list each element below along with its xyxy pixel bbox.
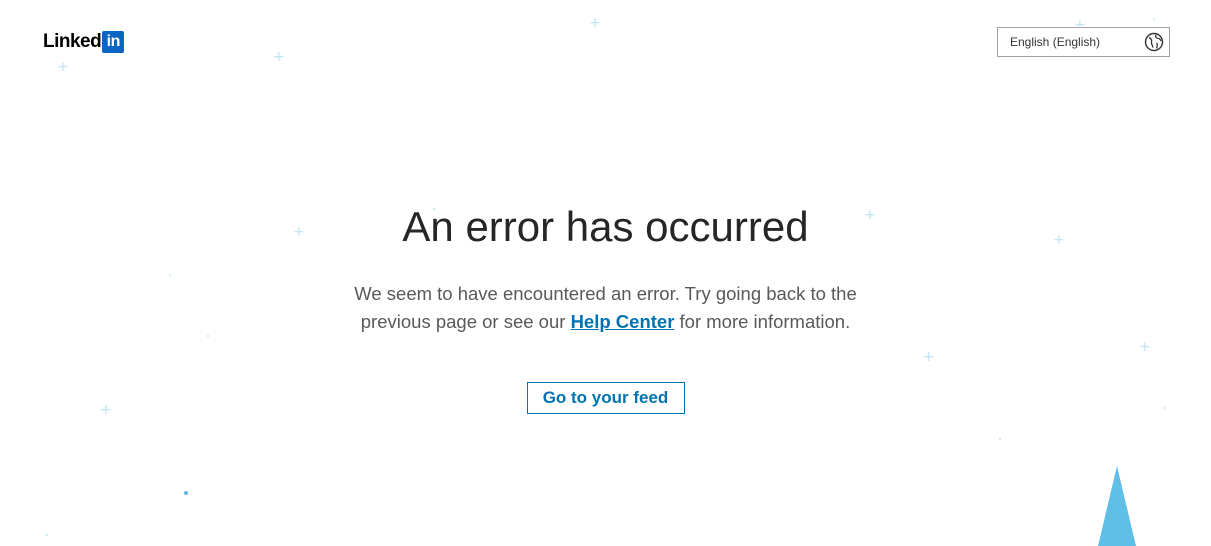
error-content: An error has occurred We seem to have en… [0,200,1211,414]
go-to-feed-button[interactable]: Go to your feed [526,382,685,414]
error-message-text-end: for more information. [674,311,851,332]
sparkle-decoration: + [1074,17,1086,33]
sparkle-decoration: + [589,15,601,31]
sparkle-decoration: + [57,59,69,75]
tree-decoration [1098,466,1136,546]
logo-in-box: in [102,30,125,53]
error-message: We seem to have encountered an error. Tr… [336,280,876,336]
logo-wordmark: Linked [43,31,102,52]
help-center-link[interactable]: Help Center [571,311,675,332]
language-selector-label: English (English) [1010,35,1101,49]
dot-decoration [999,438,1001,440]
error-page: Linked in English (English) + + + + + + … [0,0,1211,546]
linkedin-logo[interactable]: Linked in [43,30,125,53]
globe-icon [1144,32,1164,52]
dot-decoration [46,534,48,536]
dot-decoration [1153,18,1155,20]
page-title: An error has occurred [402,203,809,250]
dot-decoration [184,491,188,495]
sparkle-decoration: + [273,49,285,65]
